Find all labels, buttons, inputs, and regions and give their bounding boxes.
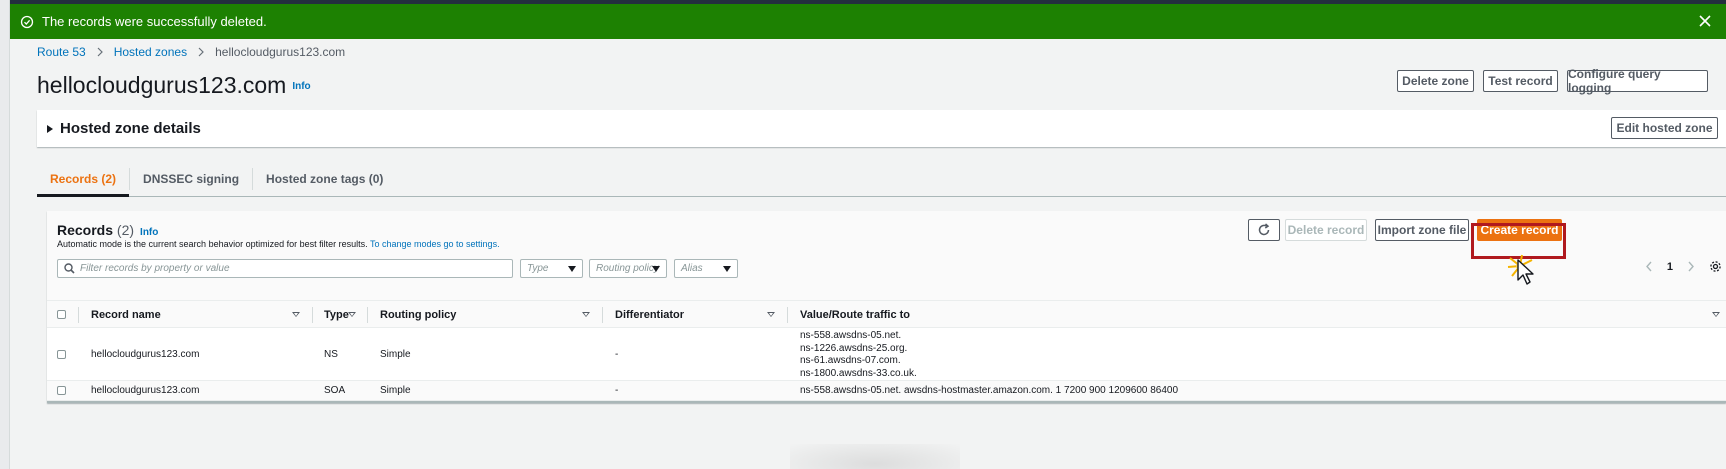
caret-down-icon [568,266,576,272]
breadcrumb: Route 53 Hosted zones hellocloudgurus123… [37,45,345,59]
delete-record-button[interactable]: Delete record [1285,219,1367,241]
type-filter-label: Type [527,263,549,274]
column-value-route[interactable]: Value/Route traffic to [800,301,910,329]
routing-policy-filter-label: Routing policy [596,263,659,274]
value-cell: ns-558.awsdns-05.net. awsdns-hostmaster.… [800,385,1179,396]
search-input[interactable] [80,263,500,274]
refresh-icon [1258,223,1270,236]
differentiator-cell: - [615,385,619,396]
sort-icon[interactable] [582,312,590,317]
filter-records-search[interactable] [57,259,513,278]
record-type-cell: NS [324,349,338,360]
page-number[interactable]: 1 [1667,261,1673,273]
value-line: ns-1800.awsdns-33.co.uk. [800,367,917,379]
edit-hosted-zone-button[interactable]: Edit hosted zone [1611,117,1718,139]
change-modes-link[interactable]: To change modes go to settings. [370,239,500,249]
record-type-cell: SOA [324,385,346,396]
records-description-text: Automatic mode is the current search beh… [57,239,368,249]
breadcrumb-route53[interactable]: Route 53 [37,45,86,59]
column-differentiator[interactable]: Differentiator [615,301,684,329]
column-divider [367,307,368,323]
row-checkbox[interactable] [57,386,66,395]
column-divider [78,307,79,323]
page-title-text: hellocloudgurus123.com [37,72,287,98]
caret-down-icon [723,266,731,272]
caret-right-icon [47,124,53,133]
chevron-right-icon [97,47,103,57]
sort-icon[interactable] [1712,312,1720,317]
tab-hosted-zone-tags[interactable]: Hosted zone tags (0) [253,161,396,196]
column-type[interactable]: Type [324,301,349,329]
table-row[interactable]: hellocloudgurus123.com NS Simple - ns-55… [47,328,1726,381]
chevron-left-icon[interactable] [1645,261,1653,272]
routing-policy-cell: Simple [380,385,411,396]
screen-smudge [790,444,960,469]
value-line: ns-1226.awsdns-25.org. [800,342,908,354]
select-all-checkbox[interactable] [57,310,66,319]
close-icon[interactable] [1696,12,1714,30]
tab-dnssec-signing[interactable]: DNSSEC signing [130,161,252,196]
search-icon [64,263,75,274]
route53-console-page: The records were successfully deleted. R… [10,4,1726,469]
check-circle-icon [20,15,34,28]
column-routing-policy[interactable]: Routing policy [380,301,456,329]
records-info-link[interactable]: Info [140,227,158,238]
routing-policy-cell: Simple [380,349,411,360]
sort-icon[interactable] [348,312,356,317]
records-table-header: Record name Type Routing policy Differen… [47,300,1726,328]
routing-policy-filter-dropdown[interactable]: Routing policy [589,259,667,278]
sort-icon[interactable] [767,312,775,317]
import-zone-file-button[interactable]: Import zone file [1375,219,1469,241]
delete-zone-button[interactable]: Delete zone [1397,70,1474,92]
alias-filter-dropdown[interactable]: Alias [674,259,738,278]
caret-down-icon [652,266,660,272]
value-cell: ns-558.awsdns-05.net. ns-1226.awsdns-25.… [800,330,917,380]
value-line: ns-558.awsdns-05.net. [800,330,902,341]
success-flash-banner: The records were successfully deleted. [10,4,1726,39]
left-edge-bar [0,0,10,469]
test-record-button[interactable]: Test record [1483,70,1558,92]
sort-icon[interactable] [292,312,300,317]
flash-message: The records were successfully deleted. [42,14,267,29]
type-filter-dropdown[interactable]: Type [520,259,583,278]
title-info-link[interactable]: Info [292,81,310,92]
mouse-pointer-icon [1517,259,1534,285]
chevron-right-icon [198,47,204,57]
column-divider [312,307,313,323]
table-row[interactable]: hellocloudgurus123.com SOA Simple - ns-5… [47,381,1726,401]
tab-records[interactable]: Records (2) [37,161,130,197]
breadcrumb-current-zone: hellocloudgurus123.com [215,45,346,59]
differentiator-cell: - [615,349,619,360]
configure-query-logging-button[interactable]: Configure query logging [1567,67,1708,95]
records-heading: Records (2) Info [57,222,158,238]
zone-tabs: Records (2) DNSSEC signing Hosted zone t… [37,161,1726,197]
records-title: Records [57,222,114,238]
alias-filter-label: Alias [681,263,703,274]
page-title: hellocloudgurus123.com Info [37,72,311,99]
records-description: Automatic mode is the current search beh… [57,239,500,249]
column-divider [602,307,603,323]
record-name-cell: hellocloudgurus123.com [91,349,200,360]
column-record-name[interactable]: Record name [91,301,161,329]
hosted-zone-details-title: Hosted zone details [60,120,201,137]
breadcrumb-hosted-zones[interactable]: Hosted zones [114,45,187,59]
row-checkbox[interactable] [57,350,66,359]
hosted-zone-details-panel: Hosted zone details Edit hosted zone [37,110,1726,147]
records-count: (2) [116,222,135,238]
table-bottom-border [47,401,1726,403]
chevron-right-icon[interactable] [1687,261,1695,272]
value-line: ns-61.awsdns-07.com. [800,355,901,366]
column-divider [787,307,788,323]
gear-icon[interactable] [1709,260,1722,273]
refresh-button[interactable] [1248,219,1280,241]
record-name-cell: hellocloudgurus123.com [91,385,200,396]
hosted-zone-details-toggle[interactable]: Hosted zone details [47,120,201,137]
pagination: 1 [1645,260,1722,273]
